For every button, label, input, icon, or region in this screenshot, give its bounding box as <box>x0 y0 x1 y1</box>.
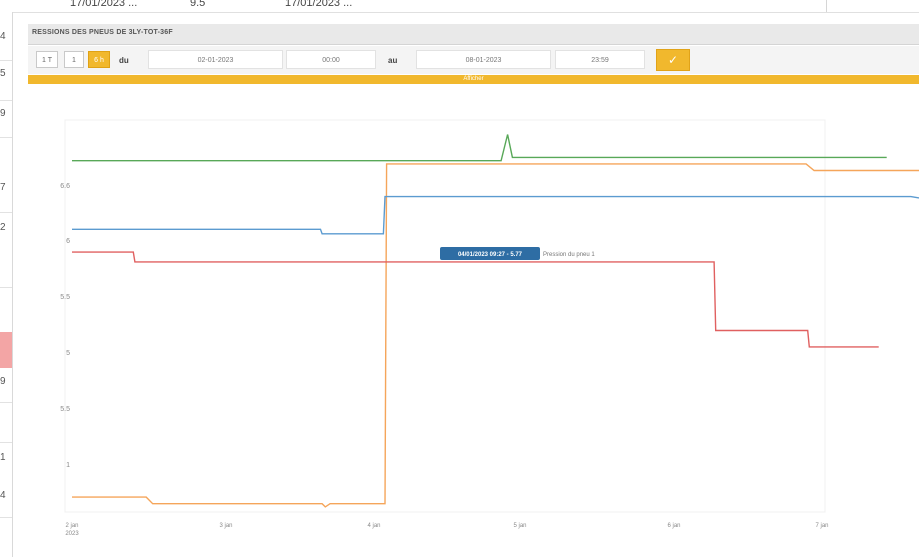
x-tick-label: 2 jan 2023 <box>65 523 79 537</box>
x-tick-label: 5 jan <box>513 523 526 529</box>
y-tick-label: 5 <box>66 350 70 357</box>
y-tick-label: 1 <box>66 462 70 469</box>
series-line-blue <box>72 195 919 235</box>
x-tick-label: 4 jan <box>367 523 380 529</box>
series-line-red <box>72 251 879 348</box>
y-tick-label: 6.6 <box>60 183 70 190</box>
y-tick-label: 6 <box>66 238 70 245</box>
y-tick-label: 5.5 <box>60 406 70 413</box>
y-tick-label: 5.5 <box>60 294 70 301</box>
series-line-orange <box>72 163 919 508</box>
tooltip-value: 04/01/2023 09:27 - 5.77 <box>458 252 523 258</box>
tire-pressure-chart: 6.6 6 5.5 5 5.5 1 2 jan 2023 3 jan 4 jan 5 jan 6 ja… <box>60 119 919 537</box>
x-tick-label: 6 jan <box>667 523 680 529</box>
x-tick-label: 7 jan <box>815 523 828 529</box>
plot-area <box>64 119 826 513</box>
x-tick-label: 3 jan <box>219 523 232 529</box>
series-line-green <box>72 134 887 162</box>
tooltip-series-name: Pression du pneu 1 <box>543 252 595 258</box>
